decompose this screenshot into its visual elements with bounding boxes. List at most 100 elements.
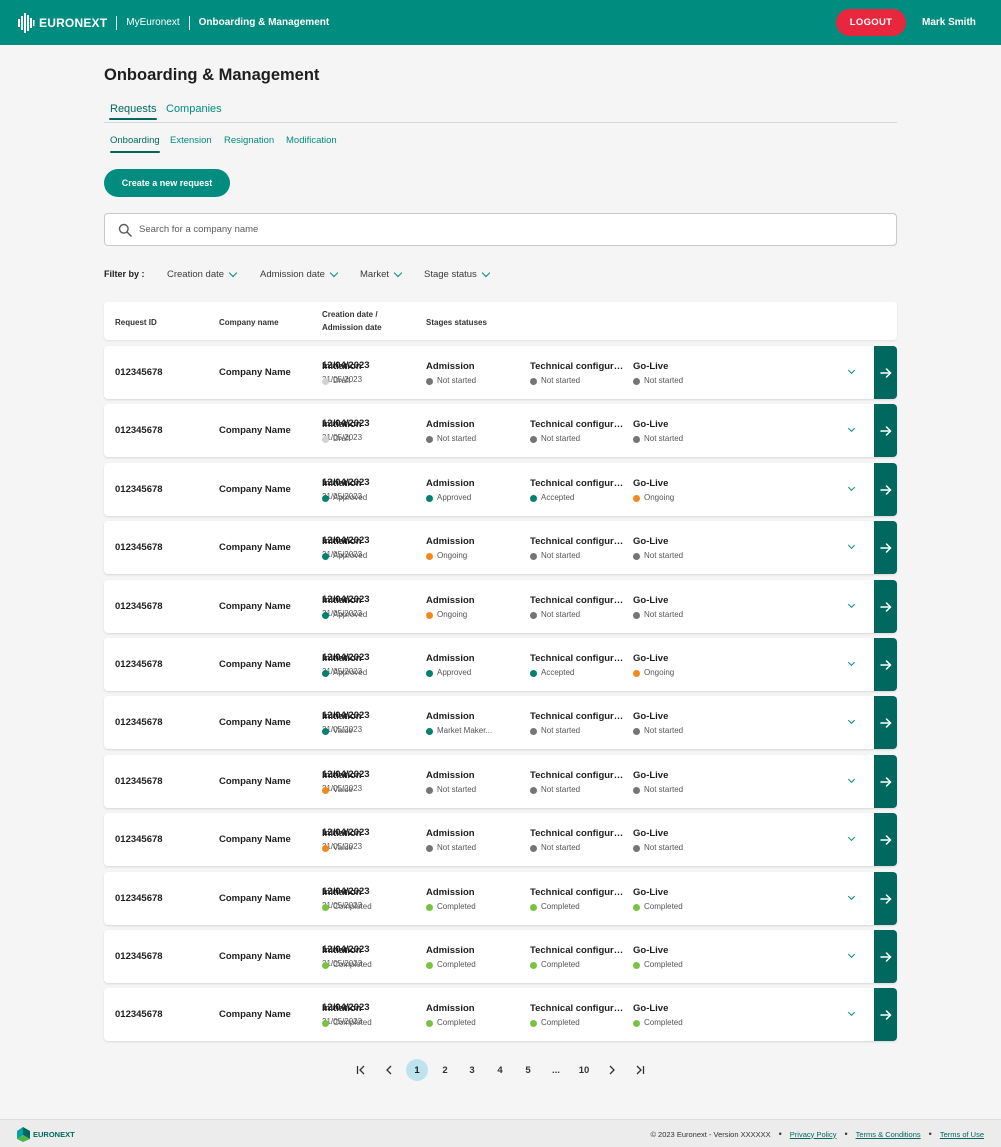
- open-request-button[interactable]: [874, 930, 897, 983]
- terms-of-use-link[interactable]: Terms of Use: [940, 1130, 984, 1139]
- chevron-down-icon[interactable]: [847, 658, 856, 667]
- terms-conditions-link[interactable]: Terms & Conditions: [856, 1130, 921, 1139]
- stage-status-text: Ongoing: [437, 551, 468, 560]
- filter-bar: Filter by : Creation date Admission date…: [104, 268, 704, 282]
- table-row[interactable]: 012345678 Company Name 12/04/2023 21/05/2…: [104, 521, 897, 574]
- status-dot: [426, 377, 433, 385]
- open-request-button[interactable]: [874, 463, 897, 516]
- stage-status: Ongoing: [426, 610, 526, 620]
- table-row[interactable]: 012345678 Company Name 12/04/2023 21/05/2…: [104, 988, 897, 1041]
- filter-creation-date[interactable]: Creation date: [167, 268, 238, 280]
- stage-technical-configuration: Technical configura... Accepted: [530, 653, 630, 678]
- stage-status-text: Value: [333, 843, 353, 852]
- request-id: 012345678: [115, 893, 163, 904]
- my-euronext-link[interactable]: MyEuronext: [126, 17, 179, 28]
- table-row[interactable]: 012345678 Company Name 12/04/2023 21/05/2…: [104, 813, 897, 866]
- chevron-down-icon[interactable]: [847, 366, 856, 375]
- chevron-down-icon[interactable]: [847, 424, 856, 433]
- stage-initiation: Initiation Draft: [322, 361, 422, 386]
- page-4[interactable]: 4: [489, 1059, 511, 1081]
- stage-status-text: Ongoing: [437, 610, 468, 619]
- tab-companies[interactable]: Companies: [166, 103, 222, 115]
- page-1[interactable]: 1: [406, 1059, 428, 1081]
- status-dot: [633, 552, 640, 560]
- stage-status-text: Approved: [437, 493, 472, 502]
- status-dot: [633, 1019, 640, 1027]
- open-request-button[interactable]: [874, 755, 897, 808]
- table-row[interactable]: 012345678 Company Name 12/04/2023 21/05/2…: [104, 463, 897, 516]
- onboarding-management-link[interactable]: Onboarding & Management: [199, 17, 330, 28]
- last-page-icon[interactable]: [628, 1059, 650, 1081]
- first-page-icon[interactable]: [350, 1059, 372, 1081]
- table-row[interactable]: 012345678 Company Name 12/04/2023 21/05/2…: [104, 346, 897, 399]
- search-input[interactable]: [139, 224, 839, 235]
- chevron-down-icon[interactable]: [847, 892, 856, 901]
- subtab-modification[interactable]: Modification: [286, 135, 337, 146]
- prev-page-icon[interactable]: [378, 1059, 400, 1081]
- table-row[interactable]: 012345678 Company Name 12/04/2023 21/05/2…: [104, 404, 897, 457]
- user-name[interactable]: Mark Smith: [922, 17, 976, 28]
- chevron-down-icon[interactable]: [847, 775, 856, 784]
- euronext-logo[interactable]: EURONEXT: [17, 12, 107, 34]
- open-request-button[interactable]: [874, 580, 897, 633]
- status-dot: [633, 611, 640, 619]
- open-request-button[interactable]: [874, 813, 897, 866]
- page-2[interactable]: 2: [434, 1059, 456, 1081]
- open-request-button[interactable]: [874, 696, 897, 749]
- footer-logo[interactable]: EURONEXT: [17, 1127, 75, 1142]
- table-row[interactable]: 012345678 Company Name 12/04/2023 21/05/2…: [104, 872, 897, 925]
- subtab-extension[interactable]: Extension: [170, 135, 212, 146]
- chevron-down-icon[interactable]: [847, 716, 856, 725]
- table-row[interactable]: 012345678 Company Name 12/04/2023 21/05/2…: [104, 755, 897, 808]
- open-request-button[interactable]: [874, 872, 897, 925]
- open-request-button[interactable]: [874, 638, 897, 691]
- status-dot: [426, 669, 433, 677]
- page-5[interactable]: 5: [517, 1059, 539, 1081]
- filter-stage-status[interactable]: Stage status: [424, 268, 491, 280]
- stage-go-live: Go-Live Completed: [633, 945, 733, 970]
- chevron-down-icon[interactable]: [847, 833, 856, 842]
- table-row[interactable]: 012345678 Company Name 12/04/2023 21/05/2…: [104, 638, 897, 691]
- filter-market[interactable]: Market: [360, 268, 403, 280]
- column-header-company-name[interactable]: Company name: [219, 316, 279, 329]
- table-row[interactable]: 012345678 Company Name 12/04/2023 21/05/2…: [104, 930, 897, 983]
- open-request-button[interactable]: [874, 404, 897, 457]
- open-request-button[interactable]: [874, 521, 897, 574]
- next-page-icon[interactable]: [601, 1059, 623, 1081]
- column-header-dates[interactable]: Creation date / Admission date: [322, 308, 382, 334]
- open-request-button[interactable]: [874, 346, 897, 399]
- last-page-glyph: [636, 1065, 644, 1075]
- create-request-button[interactable]: Create a new request: [104, 169, 230, 197]
- page-10[interactable]: 10: [573, 1059, 595, 1081]
- tab-requests[interactable]: Requests: [108, 103, 158, 120]
- stage-name: Go-Live: [633, 653, 669, 664]
- table-row[interactable]: 012345678 Company Name 12/04/2023 21/05/2…: [104, 696, 897, 749]
- logout-button[interactable]: LOGOUT: [836, 9, 906, 36]
- stage-name: Go-Live: [633, 711, 669, 722]
- stage-technical-configuration: Technical configura... Completed: [530, 1003, 630, 1028]
- stage-status: Not started: [530, 610, 630, 620]
- top-navigation-bar: EURONEXT MyEuronext Onboarding & Managem…: [0, 0, 1001, 45]
- stage-status: Completed: [322, 902, 422, 912]
- company-name: Company Name: [219, 776, 291, 787]
- filter-admission-date[interactable]: Admission date: [260, 268, 339, 280]
- subtab-onboarding[interactable]: Onboarding: [110, 135, 160, 153]
- stage-status: Not started: [633, 785, 733, 795]
- chevron-down-icon[interactable]: [847, 950, 856, 959]
- status-dot: [530, 669, 537, 677]
- open-request-button[interactable]: [874, 988, 897, 1041]
- table-row[interactable]: 012345678 Company Name 12/04/2023 21/05/2…: [104, 580, 897, 633]
- subtab-resignation[interactable]: Resignation: [224, 135, 274, 146]
- stage-admission: Admission Completed: [426, 887, 526, 912]
- chevron-down-icon[interactable]: [847, 483, 856, 492]
- chevron-down-icon[interactable]: [847, 541, 856, 550]
- footer-links: © 2023 Euronext - Version XXXXXX • Priva…: [650, 1129, 984, 1139]
- privacy-policy-link[interactable]: Privacy Policy: [790, 1130, 837, 1139]
- chevron-down-icon[interactable]: [847, 600, 856, 609]
- column-header-request-id[interactable]: Request ID: [115, 316, 157, 329]
- stage-status-text: Draft: [333, 434, 351, 443]
- page-3[interactable]: 3: [461, 1059, 483, 1081]
- chevron-down-icon[interactable]: [847, 1008, 856, 1017]
- status-dot: [530, 727, 537, 735]
- arrow-right-icon: [879, 893, 891, 904]
